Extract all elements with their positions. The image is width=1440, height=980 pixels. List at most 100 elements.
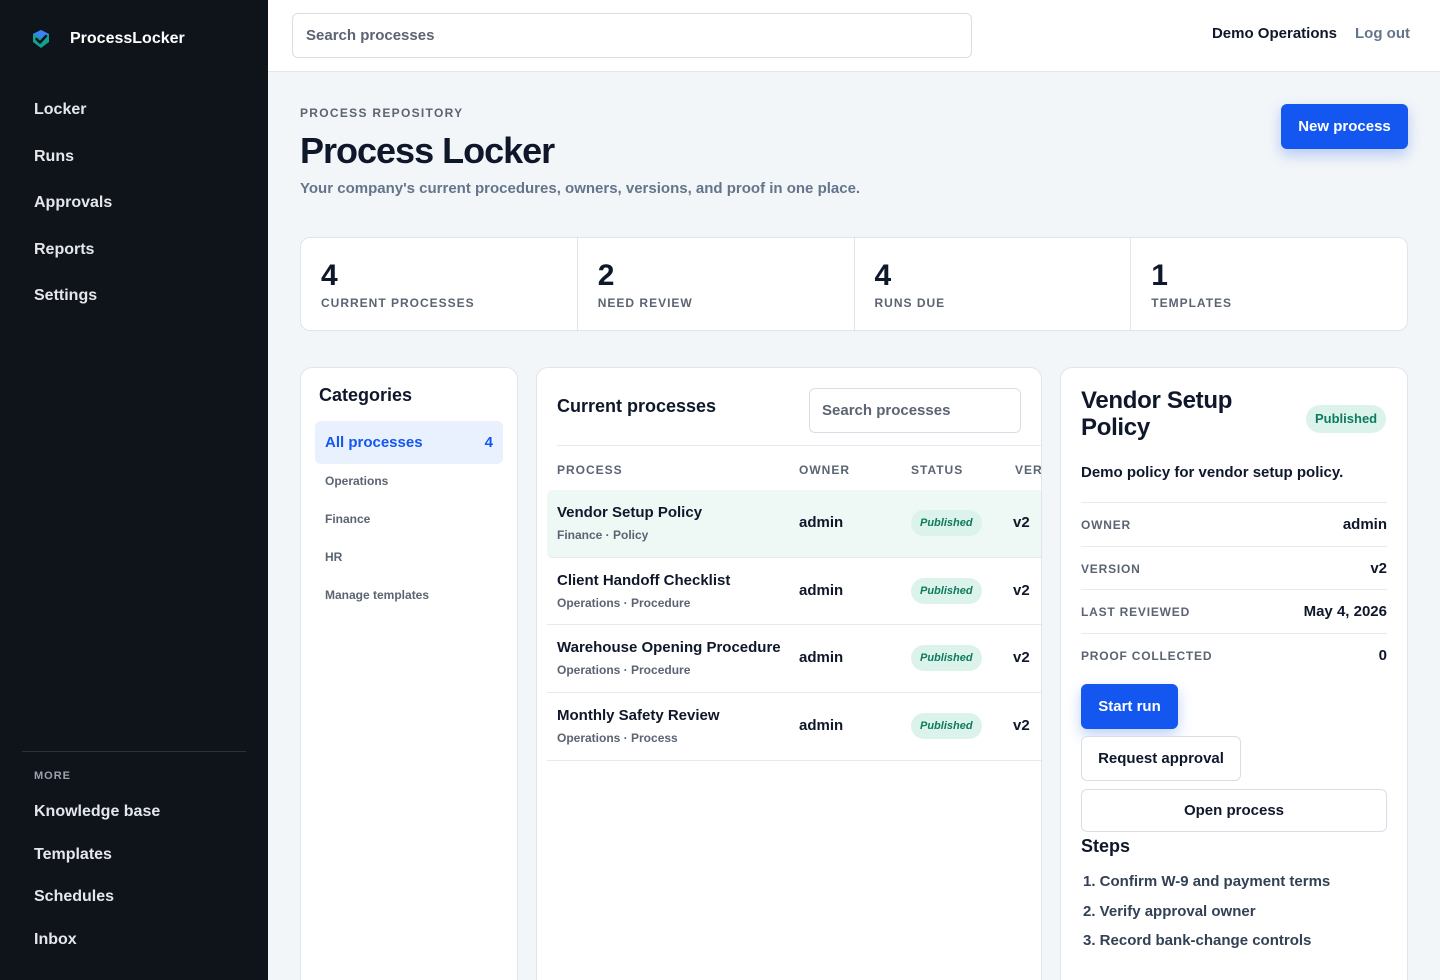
steps-title: Steps [1081, 836, 1131, 856]
sidebar-divider [22, 751, 246, 752]
stat-current-processes: 4 CURRENT PROCESSES [301, 238, 578, 330]
detail-status-badge: Published [1306, 405, 1387, 433]
process-meta: Operations · Procedure [557, 663, 691, 678]
process-owner: admin [799, 514, 844, 531]
nav-item-inbox[interactable]: Inbox [34, 928, 160, 971]
stat-label: CURRENT PROCESSES [321, 296, 475, 310]
category-finance[interactable]: Finance [325, 512, 429, 550]
table-row[interactable]: Vendor Setup Policy Finance · Policy adm… [547, 490, 1041, 558]
page-subtitle: Your company's current procedures, owner… [300, 180, 861, 197]
nav-item-locker[interactable]: Locker [34, 98, 112, 145]
process-meta: Operations · Process [557, 731, 678, 746]
stat-need-review: 2 NEED REVIEW [578, 238, 855, 330]
status-badge: Published [911, 645, 982, 672]
column-header-version[interactable]: VER [1015, 463, 1041, 477]
process-detail-panel: Vendor Setup Policy Published Demo polic… [1060, 367, 1408, 980]
more-section-label: MORE [34, 770, 71, 782]
nav-item-approvals[interactable]: Approvals [34, 191, 112, 238]
process-search-input[interactable] [809, 388, 1021, 433]
category-count: 4 [484, 434, 493, 451]
nav-item-settings[interactable]: Settings [34, 284, 112, 331]
column-header-owner[interactable]: OWNER [799, 463, 850, 477]
category-hr[interactable]: HR [325, 550, 429, 588]
request-approval-button[interactable]: Request approval [1081, 736, 1241, 781]
detail-field-owner: OWNER admin [1081, 502, 1387, 546]
field-key: OWNER [1081, 517, 1131, 532]
main-nav: Locker Runs Approvals Reports Settings [34, 98, 112, 331]
sidebar: ProcessLocker Locker Runs Approvals Repo… [0, 0, 268, 980]
nav-item-reports[interactable]: Reports [34, 238, 112, 285]
step-item: 1. Confirm W-9 and payment terms [1083, 873, 1331, 890]
brand[interactable]: ProcessLocker [30, 28, 185, 50]
process-meta: Finance · Policy [557, 528, 649, 542]
stat-value: 1 [1151, 259, 1168, 292]
field-value: May 4, 2026 [1303, 603, 1387, 620]
organization-name: Demo Operations [1211, 25, 1337, 42]
table-row[interactable]: Warehouse Opening Procedure Operations ·… [547, 625, 1041, 694]
new-process-button[interactable]: New process [1281, 104, 1408, 149]
field-key: PROOF COLLECTED [1081, 648, 1213, 663]
process-version: v2 [1013, 581, 1030, 599]
status-badge: Published [911, 713, 982, 740]
process-version: v2 [1013, 717, 1030, 735]
more-nav: Knowledge base Templates Schedules Inbox [34, 800, 160, 971]
process-name: Client Handoff Checklist [557, 571, 731, 589]
process-version: v2 [1013, 649, 1030, 667]
category-operations[interactable]: Operations [325, 474, 429, 512]
stat-runs-due: 4 RUNS DUE [855, 238, 1132, 330]
process-version: v2 [1013, 514, 1030, 531]
global-search-input[interactable] [292, 13, 972, 58]
detail-field-last-reviewed: LAST REVIEWED May 4, 2026 [1081, 589, 1387, 633]
processlocker-logo-icon [33, 30, 49, 48]
stat-value: 4 [321, 259, 338, 292]
open-process-button[interactable]: Open process [1081, 789, 1387, 832]
category-all-processes[interactable]: All processes 4 [315, 421, 503, 464]
process-table-body: Vendor Setup Policy Finance · Policy adm… [547, 490, 1041, 761]
step-item: 3. Record bank-change controls [1083, 932, 1312, 949]
logout-link[interactable]: Log out [1355, 25, 1410, 42]
page-eyebrow: PROCESS REPOSITORY [300, 106, 464, 120]
topbar: Demo Operations Log out [268, 0, 1440, 72]
process-name: Vendor Setup Policy [557, 504, 703, 521]
column-header-process[interactable]: PROCESS [557, 463, 623, 477]
processes-panel: Current processes PROCESS OWNER STATUS V… [536, 367, 1042, 980]
categories-title: Categories [319, 385, 413, 405]
stats-bar: 4 CURRENT PROCESSES 2 NEED REVIEW 4 RUNS… [300, 237, 1408, 331]
field-key: VERSION [1081, 561, 1141, 576]
table-row[interactable]: Client Handoff Checklist Operations · Pr… [547, 558, 1041, 626]
manage-templates-link[interactable]: Manage templates [325, 588, 429, 626]
process-owner: admin [799, 649, 844, 667]
process-name: Warehouse Opening Procedure [557, 639, 781, 657]
page-title: Process Locker [300, 130, 555, 171]
field-value: 0 [1378, 647, 1387, 664]
start-run-button[interactable]: Start run [1081, 684, 1178, 729]
column-header-status[interactable]: STATUS [911, 463, 963, 477]
stat-templates: 1 TEMPLATES [1131, 238, 1407, 330]
field-value: admin [1342, 516, 1387, 533]
detail-field-version: VERSION v2 [1081, 546, 1387, 590]
process-meta: Operations · Procedure [557, 595, 691, 610]
table-header: PROCESS OWNER STATUS VER [557, 445, 1041, 491]
nav-item-runs[interactable]: Runs [34, 145, 112, 192]
field-key: LAST REVIEWED [1081, 604, 1191, 619]
process-owner: admin [799, 581, 844, 599]
processes-title: Current processes [557, 396, 717, 416]
detail-title: Vendor Setup Policy [1081, 387, 1233, 441]
stat-value: 2 [597, 259, 615, 292]
nav-item-knowledge-base[interactable]: Knowledge base [34, 800, 160, 843]
detail-field-proof-collected: PROOF COLLECTED 0 [1081, 633, 1387, 677]
nav-item-schedules[interactable]: Schedules [34, 885, 160, 928]
category-label: All processes [325, 434, 423, 451]
steps-list: 1. Confirm W-9 and payment terms 2. Veri… [1083, 873, 1330, 962]
stat-value: 4 [874, 259, 892, 292]
brand-name: ProcessLocker [70, 30, 185, 47]
table-row[interactable]: Monthly Safety Review Operations · Proce… [547, 693, 1041, 761]
stat-label: NEED REVIEW [597, 296, 693, 310]
process-name: Monthly Safety Review [557, 707, 720, 725]
categories-panel: Categories All processes 4 Operations Fi… [300, 367, 518, 980]
category-list: Operations Finance HR Manage templates [325, 474, 429, 626]
nav-item-templates[interactable]: Templates [34, 843, 160, 886]
status-badge: Published [911, 577, 982, 604]
status-badge: Published [911, 510, 982, 536]
process-owner: admin [799, 717, 844, 735]
